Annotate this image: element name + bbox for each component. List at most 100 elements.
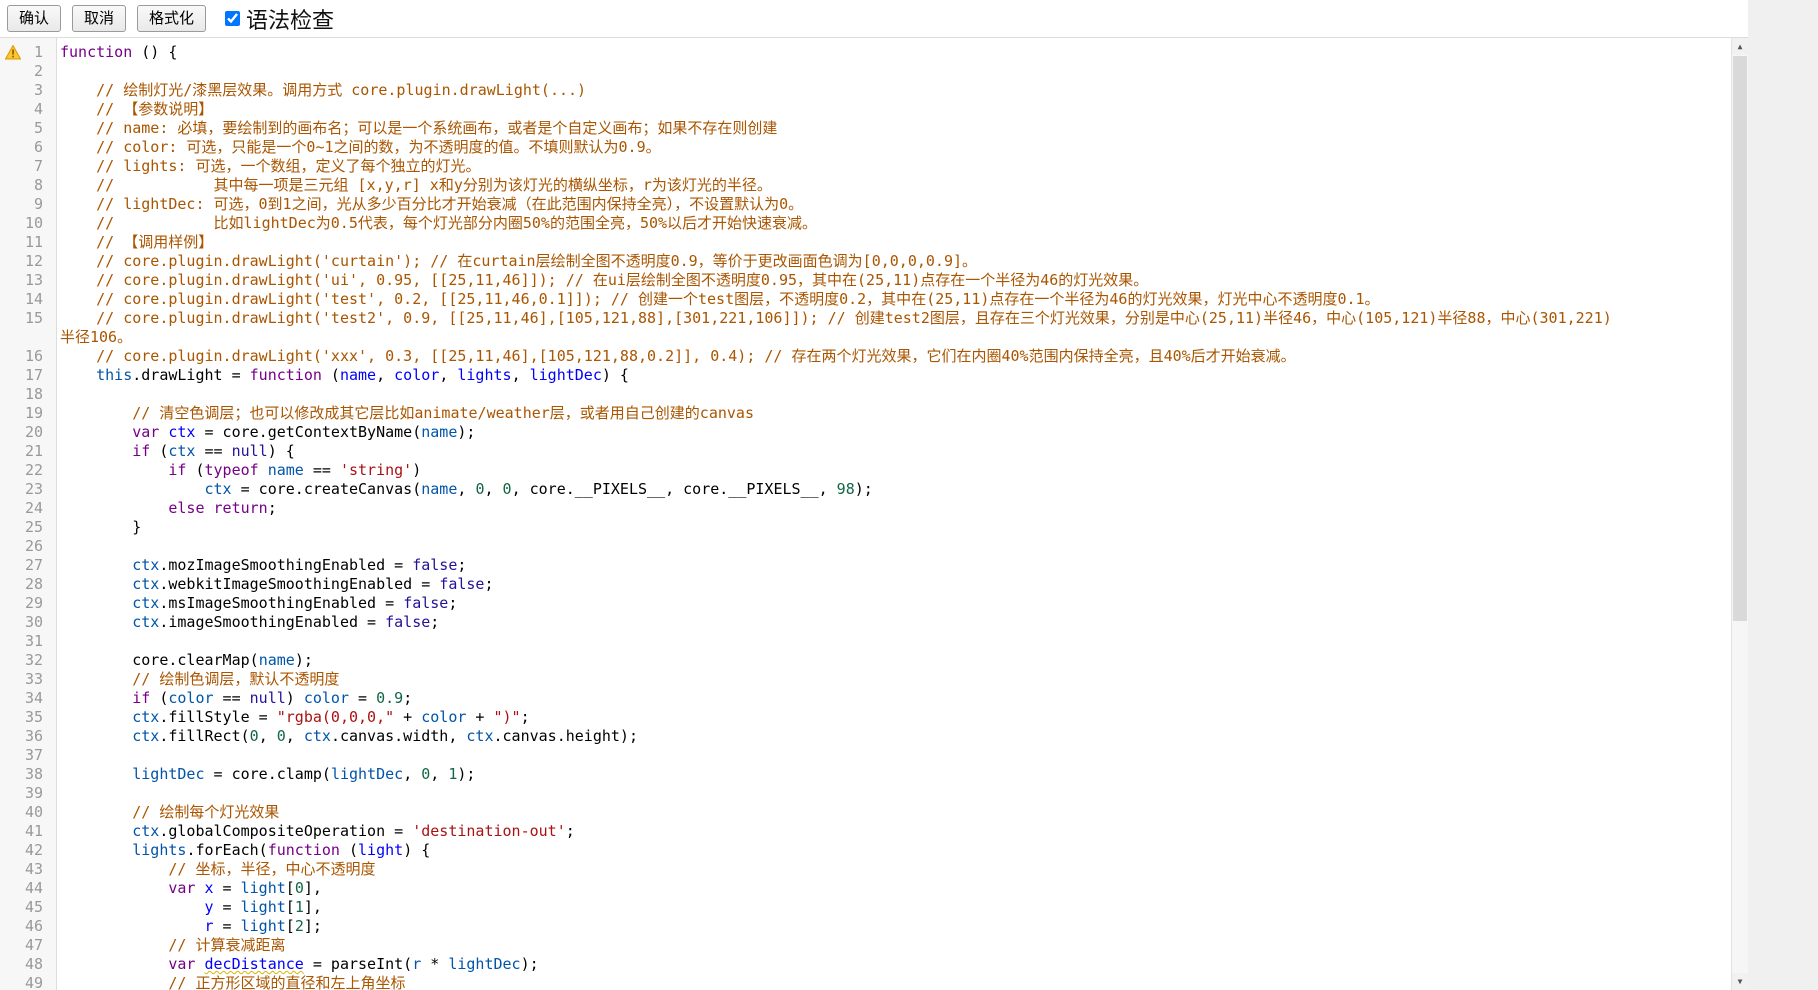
syntax-check-label: 语法检查 [246,3,334,35]
code-line[interactable]: 36 ctx.fillRect(0, 0, ctx.canvas.width, … [0,727,1748,746]
vertical-scrollbar[interactable]: ▲ ▼ [1731,38,1748,990]
line-number: 34 [0,689,56,708]
line-number: 20 [0,423,56,442]
line-number: 2 [0,62,56,81]
code-line[interactable]: 41 ctx.globalCompositeOperation = 'desti… [0,822,1748,841]
syntax-check-group: 语法检查 [225,3,334,35]
line-number: 41 [0,822,56,841]
code-line[interactable]: 1function () { [0,43,1748,62]
scrollbar-thumb[interactable] [1733,56,1747,621]
code-line[interactable]: 25 } [0,518,1748,537]
line-number: 47 [0,936,56,955]
code-line[interactable]: 47 // 计算衰减距离 [0,936,1748,955]
line-number: 19 [0,404,56,423]
code-lines: 1function () {23 // 绘制灯光/漆黑层效果。调用方式 core… [0,38,1748,990]
code-line[interactable]: 30 ctx.imageSmoothingEnabled = false; [0,613,1748,632]
code-line[interactable]: 32 core.clearMap(name); [0,651,1748,670]
code-text: // 【参数说明】 [60,100,1620,119]
code-line[interactable]: 17 this.drawLight = function (name, colo… [0,366,1748,385]
code-text: lightDec = core.clamp(lightDec, 0, 1); [60,765,1620,784]
code-line[interactable]: 35 ctx.fillStyle = "rgba(0,0,0," + color… [0,708,1748,727]
syntax-check-checkbox[interactable] [225,11,240,26]
code-line[interactable]: 9 // lightDec: 可选，0到1之间，光从多少百分比才开始衰减（在此范… [0,195,1748,214]
code-line[interactable]: 24 else return; [0,499,1748,518]
code-line[interactable]: 23 ctx = core.createCanvas(name, 0, 0, c… [0,480,1748,499]
code-line[interactable]: 45 y = light[1], [0,898,1748,917]
scroll-down-icon[interactable]: ▼ [1732,973,1748,990]
code-text: ctx.globalCompositeOperation = 'destinat… [60,822,1620,841]
line-number: 3 [0,81,56,100]
code-text: lights.forEach(function (light) { [60,841,1620,860]
toolbar: 确认 取消 格式化 语法检查 [0,0,1748,37]
code-line[interactable]: 38 lightDec = core.clamp(lightDec, 0, 1)… [0,765,1748,784]
code-line[interactable]: 3 // 绘制灯光/漆黑层效果。调用方式 core.plugin.drawLig… [0,81,1748,100]
code-line[interactable]: 27 ctx.mozImageSmoothingEnabled = false; [0,556,1748,575]
code-text: // 其中每一项是三元组 [x,y,r] x和y分别为该灯光的横纵坐标，r为该灯… [60,176,1620,195]
code-line[interactable]: 26 [0,537,1748,556]
code-line[interactable]: 15 // core.plugin.drawLight('test2', 0.9… [0,309,1748,347]
code-line[interactable]: 11 // 【调用样例】 [0,233,1748,252]
code-text: } [60,518,1620,537]
line-number: 36 [0,727,56,746]
code-text: y = light[1], [60,898,1620,917]
code-line[interactable]: 31 [0,632,1748,651]
code-editor[interactable]: 1function () {23 // 绘制灯光/漆黑层效果。调用方式 core… [0,37,1748,990]
code-line[interactable]: 20 var ctx = core.getContextByName(name)… [0,423,1748,442]
line-number: 46 [0,917,56,936]
line-number: 43 [0,860,56,879]
line-number: 44 [0,879,56,898]
code-line[interactable]: 13 // core.plugin.drawLight('ui', 0.95, … [0,271,1748,290]
line-number: 18 [0,385,56,404]
scroll-up-icon[interactable]: ▲ [1732,38,1748,55]
code-line[interactable]: 34 if (color == null) color = 0.9; [0,689,1748,708]
code-text [60,632,1620,651]
line-number: 24 [0,499,56,518]
code-line[interactable]: 29 ctx.msImageSmoothingEnabled = false; [0,594,1748,613]
code-line[interactable]: 39 [0,784,1748,803]
code-line[interactable]: 33 // 绘制色调层，默认不透明度 [0,670,1748,689]
line-number: 40 [0,803,56,822]
code-text: // 绘制每个灯光效果 [60,803,1620,822]
code-text [60,537,1620,556]
code-line[interactable]: 2 [0,62,1748,81]
code-line[interactable]: 14 // core.plugin.drawLight('test', 0.2,… [0,290,1748,309]
code-text: // core.plugin.drawLight('curtain'); // … [60,252,1620,271]
script-editor-app: 确认 取消 格式化 语法检查 1function () {23 // 绘制灯光/… [0,0,1748,990]
confirm-button[interactable]: 确认 [7,5,61,32]
code-line[interactable]: 22 if (typeof name == 'string') [0,461,1748,480]
code-line[interactable]: 21 if (ctx == null) { [0,442,1748,461]
code-text [60,385,1620,404]
code-line[interactable]: 7 // lights: 可选，一个数组，定义了每个独立的灯光。 [0,157,1748,176]
code-line[interactable]: 37 [0,746,1748,765]
code-line[interactable]: 40 // 绘制每个灯光效果 [0,803,1748,822]
code-line[interactable]: 46 r = light[2]; [0,917,1748,936]
code-line[interactable]: 4 // 【参数说明】 [0,100,1748,119]
code-text: ctx.fillStyle = "rgba(0,0,0," + color + … [60,708,1620,727]
code-line[interactable]: 18 [0,385,1748,404]
code-line[interactable]: 42 lights.forEach(function (light) { [0,841,1748,860]
format-button[interactable]: 格式化 [137,5,206,32]
code-line[interactable]: 49 // 正方形区域的直径和左上角坐标 [0,974,1748,990]
line-number: 49 [0,974,56,990]
code-line[interactable]: 6 // color: 可选，只能是一个0~1之间的数，为不透明度的值。不填则默… [0,138,1748,157]
code-line[interactable]: 8 // 其中每一项是三元组 [x,y,r] x和y分别为该灯光的横纵坐标，r为… [0,176,1748,195]
code-line[interactable]: 43 // 坐标，半径，中心不透明度 [0,860,1748,879]
code-line[interactable]: 16 // core.plugin.drawLight('xxx', 0.3, … [0,347,1748,366]
code-line[interactable]: 44 var x = light[0], [0,879,1748,898]
line-number: 25 [0,518,56,537]
line-number: 5 [0,119,56,138]
code-line[interactable]: 10 // 比如lightDec为0.5代表，每个灯光部分内圈50%的范围全亮，… [0,214,1748,233]
cancel-button[interactable]: 取消 [72,5,126,32]
line-number: 32 [0,651,56,670]
code-line[interactable]: 19 // 清空色调层；也可以修改成其它层比如animate/weather层，… [0,404,1748,423]
code-line[interactable]: 5 // name: 必填，要绘制到的画布名；可以是一个系统画布，或者是个自定义… [0,119,1748,138]
code-text [60,62,1620,81]
code-text: // core.plugin.drawLight('xxx', 0.3, [[2… [60,347,1620,366]
line-number: 48 [0,955,56,974]
code-text: core.clearMap(name); [60,651,1620,670]
line-number: 31 [0,632,56,651]
code-line[interactable]: 48 var decDistance = parseInt(r * lightD… [0,955,1748,974]
code-line[interactable]: 28 ctx.webkitImageSmoothingEnabled = fal… [0,575,1748,594]
code-line[interactable]: 12 // core.plugin.drawLight('curtain'); … [0,252,1748,271]
code-text: // lightDec: 可选，0到1之间，光从多少百分比才开始衰减（在此范围内… [60,195,1620,214]
